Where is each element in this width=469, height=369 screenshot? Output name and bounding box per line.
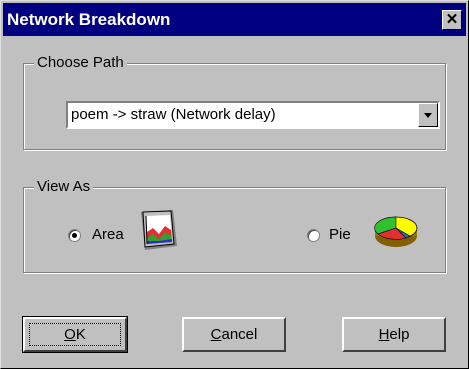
area-chart-icon xyxy=(141,210,177,250)
title-bar[interactable]: Network Breakdown ✕ xyxy=(3,3,466,36)
chevron-down-icon xyxy=(424,113,432,118)
cancel-mnemonic: C xyxy=(210,326,222,343)
pie-radio[interactable] xyxy=(307,229,320,242)
pie-chart-icon xyxy=(374,216,418,247)
choose-path-group: Choose Path poem -> straw (Network delay… xyxy=(23,54,446,150)
area-radio-label[interactable]: Area xyxy=(92,226,124,244)
cancel-button[interactable]: Cancel xyxy=(182,317,286,352)
close-button[interactable]: ✕ xyxy=(442,10,462,30)
help-button[interactable]: Help xyxy=(342,317,446,352)
help-mnemonic: H xyxy=(378,326,390,343)
area-radio[interactable] xyxy=(68,229,81,242)
pie-radio-label[interactable]: Pie xyxy=(329,226,351,244)
view-as-group: View As Area Pie xyxy=(23,178,446,273)
cancel-label: ancel xyxy=(221,326,258,343)
close-icon: ✕ xyxy=(445,11,459,28)
ok-button[interactable]: OK xyxy=(22,316,128,353)
radio-selected-dot xyxy=(72,233,77,238)
path-select[interactable]: poem -> straw (Network delay) xyxy=(66,101,440,129)
path-select-dropdown-button[interactable] xyxy=(418,103,438,127)
help-label: elp xyxy=(389,326,410,343)
path-select-value: poem -> straw (Network delay) xyxy=(71,106,276,123)
focus-rectangle xyxy=(29,323,121,346)
network-breakdown-dialog: Network Breakdown ✕ Choose Path poem -> … xyxy=(0,0,469,369)
choose-path-label: Choose Path xyxy=(34,54,127,72)
window-title: Network Breakdown xyxy=(7,10,171,29)
view-as-label: View As xyxy=(34,178,94,196)
